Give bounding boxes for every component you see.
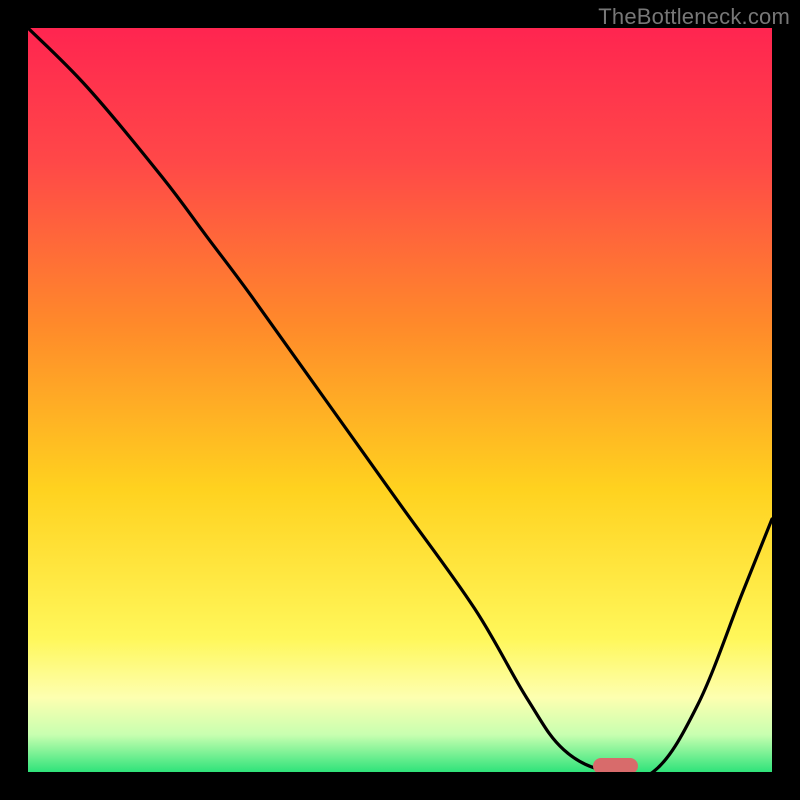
watermark-text: TheBottleneck.com <box>598 4 790 30</box>
optimal-marker <box>593 758 638 772</box>
plot-area <box>28 28 772 772</box>
chart-frame: TheBottleneck.com <box>0 0 800 800</box>
bottleneck-curve <box>28 28 772 772</box>
